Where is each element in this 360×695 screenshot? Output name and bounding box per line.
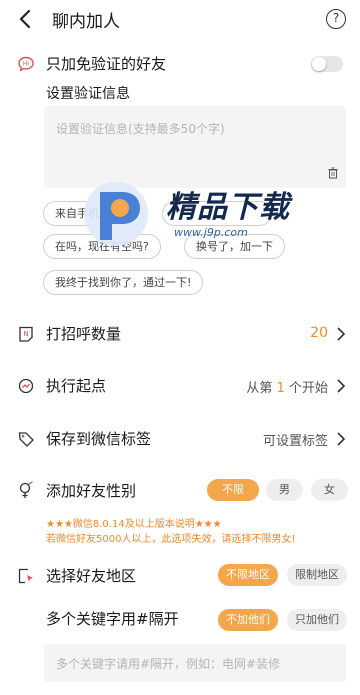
note-n-icon: N	[19, 326, 33, 342]
chevron-right-icon	[337, 379, 346, 393]
gender-note-body: 若微信好友5000人以上，此选项失效，请选择不限男女!	[46, 534, 296, 545]
verify-only-row: Hi 只加免验证的好友	[0, 52, 360, 76]
start-point-label: 执行起点	[46, 377, 107, 395]
verify-only-label: 只加免验证的好友	[46, 55, 167, 73]
preset-chip[interactable]: 来自手机通讯录	[43, 201, 144, 226]
chat-badge-icon: Hi	[18, 56, 34, 72]
start-point-number: 1	[276, 381, 285, 396]
start-point-prefix: 从第	[246, 381, 273, 396]
verify-message-placeholder: 设置验证信息(支持最多50个字)	[56, 122, 225, 136]
toggle-knob	[312, 57, 326, 71]
gender-option-female[interactable]: 女	[311, 479, 348, 501]
keywords-placeholder: 多个关键字请用#隔开，例如：电网#装修	[56, 657, 281, 671]
svg-text:Hi: Hi	[23, 61, 30, 68]
tag-icon	[18, 432, 34, 447]
start-point-suffix: 个开始	[288, 381, 328, 396]
preset-chip[interactable]: 换号了，加一下	[184, 234, 285, 259]
help-button[interactable]: ?	[326, 9, 346, 29]
page-title: 聊内加人	[52, 12, 120, 32]
gender-icon	[19, 481, 33, 498]
preset-chip[interactable]: 我终于找到你了，通过一下!	[43, 270, 204, 295]
keywords-option-include[interactable]: 只加他们	[287, 609, 347, 631]
greeting-count-label: 打招呼数量	[46, 325, 122, 343]
back-button[interactable]	[14, 7, 38, 31]
start-point-value: 从第 1 个开始	[246, 377, 328, 396]
start-point-row[interactable]: 执行起点 从第 1 个开始	[0, 374, 360, 398]
region-option-limited[interactable]: 限制地区	[287, 564, 347, 586]
save-tag-label: 保存到微信标签	[46, 430, 152, 448]
gender-note-title: ★★★微信8.0.14及以上版本说明★★★	[46, 519, 222, 530]
chevron-right-icon	[337, 327, 346, 341]
greeting-count-row[interactable]: N 打招呼数量 20	[0, 322, 360, 346]
chevron-right-icon	[337, 432, 346, 446]
keywords-input[interactable]: 多个关键字请用#隔开，例如：电网#装修	[44, 644, 346, 682]
verify-message-input[interactable]: 设置验证信息(支持最多50个字)	[44, 106, 346, 188]
keywords-option-exclude[interactable]: 不加他们	[218, 609, 278, 631]
keywords-label: 多个关键字用#隔开	[46, 610, 179, 628]
gender-row: 添加好友性别	[0, 479, 360, 503]
preset-chip-hidden[interactable]	[162, 201, 272, 226]
verify-message-label: 设置验证信息	[46, 86, 130, 102]
verify-only-toggle[interactable]	[311, 56, 343, 72]
gender-option-male[interactable]: 男	[266, 479, 303, 501]
gender-option-any[interactable]: 不限	[207, 479, 259, 501]
save-tag-value: 可设置标签	[262, 434, 328, 449]
refresh-icon	[18, 378, 34, 394]
app-header: 聊内加人 ?	[0, 0, 360, 40]
location-cursor-icon	[18, 568, 33, 584]
greeting-count-value: 20	[310, 325, 328, 341]
gender-label: 添加好友性别	[46, 482, 137, 500]
region-label: 选择好友地区	[46, 567, 137, 585]
preset-chip[interactable]: 在吗，现在有空吗?	[43, 234, 161, 259]
svg-text:N: N	[23, 330, 28, 338]
region-option-any[interactable]: 不限地区	[218, 564, 278, 586]
save-tag-row[interactable]: 保存到微信标签 可设置标签	[0, 427, 360, 451]
trash-icon[interactable]	[328, 167, 338, 179]
chevron-left-icon	[19, 9, 31, 29]
